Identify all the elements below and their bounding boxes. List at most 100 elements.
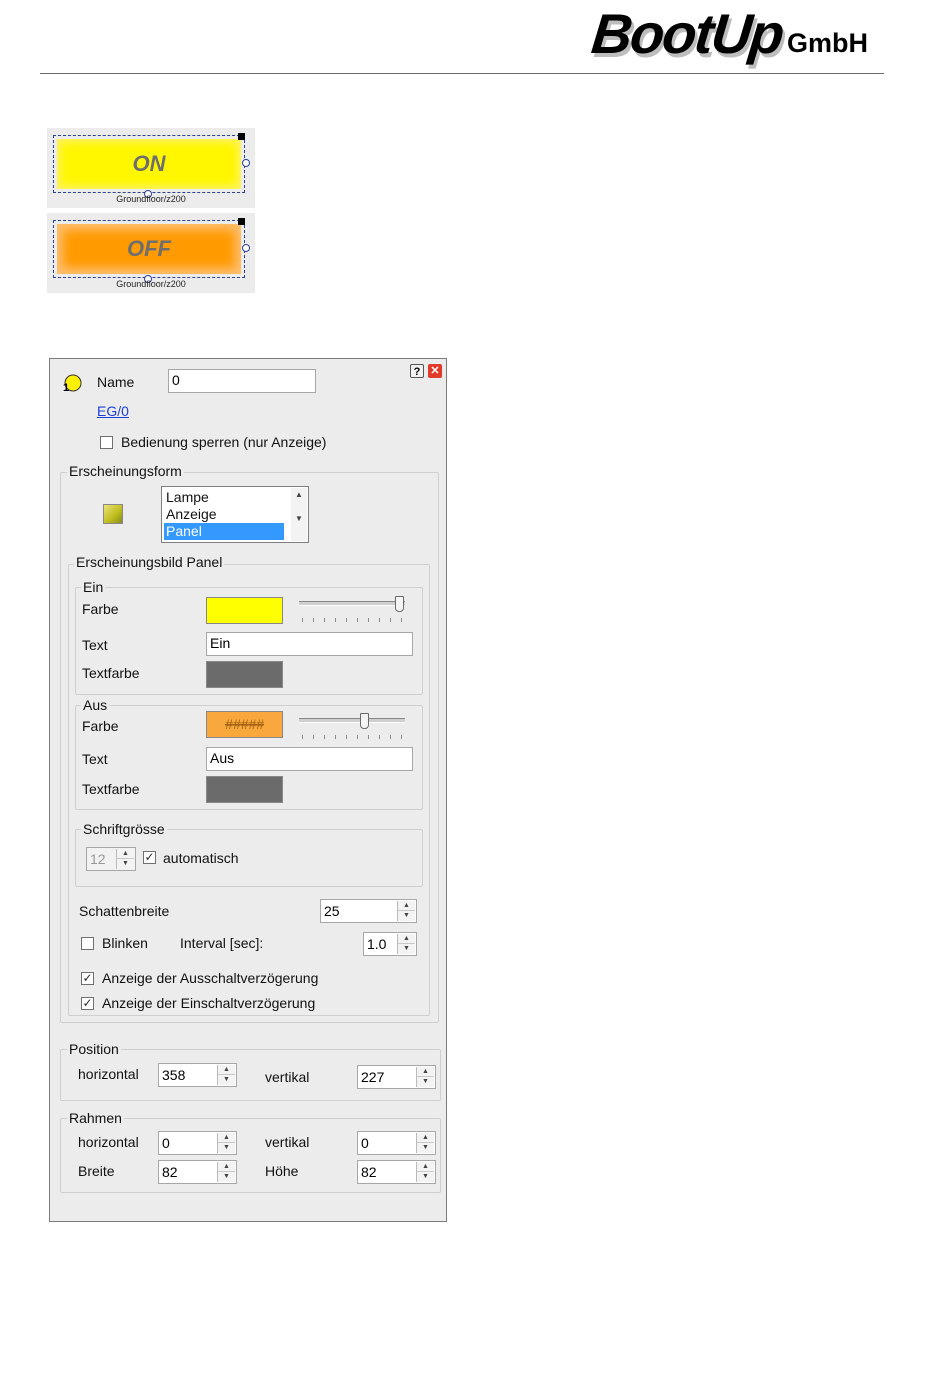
spin-down-icon[interactable]: ▼ <box>417 1143 434 1153</box>
list-item-selected[interactable]: Panel <box>164 523 284 540</box>
off-color-label: Farbe <box>82 718 119 734</box>
frame-width-stepper[interactable]: 82 ▲ ▼ <box>158 1160 237 1184</box>
appearance-listbox[interactable]: Lampe Anzeige Panel ▲ ▼ <box>161 486 309 543</box>
frame-h-stepper[interactable]: 0 ▲ ▼ <box>158 1131 237 1155</box>
auto-size-checkbox[interactable]: ✓ <box>143 851 156 864</box>
scroll-down-icon[interactable]: ▼ <box>291 512 307 526</box>
on-delay-checkbox[interactable]: ✓ <box>81 997 94 1010</box>
off-text-label: Text <box>82 751 108 767</box>
frame-v-label: vertikal <box>265 1134 310 1150</box>
spin-up-icon[interactable]: ▲ <box>218 1162 235 1172</box>
spin-up-icon[interactable]: ▲ <box>398 934 415 944</box>
frame-h-label: horizontal <box>78 1134 139 1150</box>
company-logo: BootUp <box>588 2 786 65</box>
frame-v-stepper[interactable]: 0 ▲ ▼ <box>357 1131 436 1155</box>
lock-label: Bedienung sperren (nur Anzeige) <box>121 434 327 450</box>
off-delay-label: Anzeige der Ausschaltverzögerung <box>102 970 319 986</box>
spin-down-icon[interactable]: ▼ <box>417 1077 434 1087</box>
spin-up-icon[interactable]: ▲ <box>417 1162 434 1172</box>
shadow-label: Schattenbreite <box>79 903 170 919</box>
on-color-swatch[interactable] <box>206 597 283 624</box>
slider-thumb[interactable] <box>395 596 404 612</box>
spin-up-icon[interactable]: ▲ <box>218 1133 235 1143</box>
preview-on-caption: Groundfloor/z200 <box>116 194 186 204</box>
preview-on-button[interactable]: ON <box>53 135 245 193</box>
blink-label: Blinken <box>102 935 148 951</box>
close-icon[interactable]: ✕ <box>428 364 442 378</box>
spin-down-icon[interactable]: ▼ <box>218 1143 235 1153</box>
auto-size-label: automatisch <box>163 850 239 866</box>
off-delay-checkbox[interactable]: ✓ <box>81 972 94 985</box>
off-text-input[interactable]: Aus <box>206 747 413 771</box>
list-item-selected-label: Panel <box>166 523 202 539</box>
scroll-up-icon[interactable]: ▲ <box>291 488 307 502</box>
off-textcolor-label: Textfarbe <box>82 781 140 797</box>
company-logo-suffix: GmbH <box>787 28 868 58</box>
properties-dialog: ? ✕ 1 Name 0 EG/0 Bedienung sperren (nur… <box>49 358 447 1222</box>
on-textcolor-swatch[interactable] <box>206 661 283 688</box>
frame-h-value: 0 <box>162 1135 170 1151</box>
svg-text:1: 1 <box>63 382 69 393</box>
shadow-stepper[interactable]: 25 ▲ ▼ <box>320 899 417 923</box>
frame-v-value: 0 <box>361 1135 369 1151</box>
position-v-value: 227 <box>361 1069 385 1085</box>
shadow-value: 25 <box>324 903 340 919</box>
preview-off-caption: Groundfloor/z200 <box>116 279 186 289</box>
on-text-input[interactable]: Ein <box>206 632 413 656</box>
spin-down-icon[interactable]: ▼ <box>218 1075 235 1085</box>
on-delay-label: Anzeige der Einschaltverzögerung <box>102 995 316 1011</box>
spin-down-icon[interactable]: ▼ <box>398 911 415 921</box>
on-transparency-slider[interactable] <box>299 596 405 626</box>
list-item[interactable]: Lampe <box>166 489 209 505</box>
font-size-value: 12 <box>90 851 106 867</box>
blink-checkbox[interactable] <box>81 937 94 950</box>
preview-on-label: ON <box>57 139 241 189</box>
spin-up-icon[interactable]: ▲ <box>218 1065 235 1075</box>
help-icon[interactable]: ? <box>410 364 424 378</box>
name-input[interactable]: 0 <box>168 369 316 393</box>
off-title: Aus <box>81 697 110 713</box>
font-size-stepper[interactable]: 12 ▲ ▼ <box>86 847 136 871</box>
interval-stepper[interactable]: 1.0 ▲ ▼ <box>363 932 417 956</box>
resize-handle-right[interactable] <box>242 159 250 167</box>
interval-value: 1.0 <box>367 936 387 952</box>
list-item[interactable]: Anzeige <box>166 506 217 522</box>
preview-off[interactable]: OFF Groundfloor/z200 <box>47 213 255 293</box>
name-label: Name <box>97 374 135 390</box>
resize-handle-corner[interactable] <box>238 133 245 140</box>
preview-on[interactable]: ON Groundfloor/z200 <box>47 128 255 208</box>
font-size-title: Schriftgrösse <box>81 821 167 837</box>
frame-height-stepper[interactable]: 82 ▲ ▼ <box>357 1160 436 1184</box>
slider-thumb[interactable] <box>360 713 369 729</box>
listbox-scrollbar[interactable]: ▲ ▼ <box>291 488 307 541</box>
position-v-label: vertikal <box>265 1069 310 1085</box>
position-h-value: 358 <box>162 1067 186 1083</box>
spin-up-icon[interactable]: ▲ <box>117 849 134 859</box>
spin-down-icon[interactable]: ▼ <box>417 1172 434 1182</box>
lock-checkbox[interactable] <box>100 436 113 449</box>
position-h-label: horizontal <box>78 1066 139 1082</box>
off-transparency-slider[interactable] <box>299 713 405 743</box>
frame-title: Rahmen <box>67 1110 124 1126</box>
position-v-stepper[interactable]: 227 ▲ ▼ <box>357 1065 436 1089</box>
on-text-label: Text <box>82 637 108 653</box>
header-divider <box>40 73 884 74</box>
off-color-swatch[interactable]: ##### <box>206 711 283 738</box>
resize-handle-corner[interactable] <box>238 218 245 225</box>
spin-up-icon[interactable]: ▲ <box>417 1133 434 1143</box>
panel-title: Erscheinungsbild Panel <box>74 554 225 570</box>
spin-down-icon[interactable]: ▼ <box>218 1172 235 1182</box>
resize-handle-right[interactable] <box>242 244 250 252</box>
spin-up-icon[interactable]: ▲ <box>417 1067 434 1077</box>
interval-label: Interval [sec]: <box>180 935 264 951</box>
spin-down-icon[interactable]: ▼ <box>117 859 134 869</box>
off-textcolor-swatch[interactable] <box>206 776 283 803</box>
position-h-stepper[interactable]: 358 ▲ ▼ <box>158 1063 237 1087</box>
panel-type-icon <box>103 504 123 524</box>
address-link[interactable]: EG/0 <box>97 403 129 419</box>
spin-up-icon[interactable]: ▲ <box>398 901 415 911</box>
on-color-label: Farbe <box>82 601 119 617</box>
position-title: Position <box>67 1041 121 1057</box>
spin-down-icon[interactable]: ▼ <box>398 944 415 954</box>
preview-off-button[interactable]: OFF <box>53 220 245 278</box>
